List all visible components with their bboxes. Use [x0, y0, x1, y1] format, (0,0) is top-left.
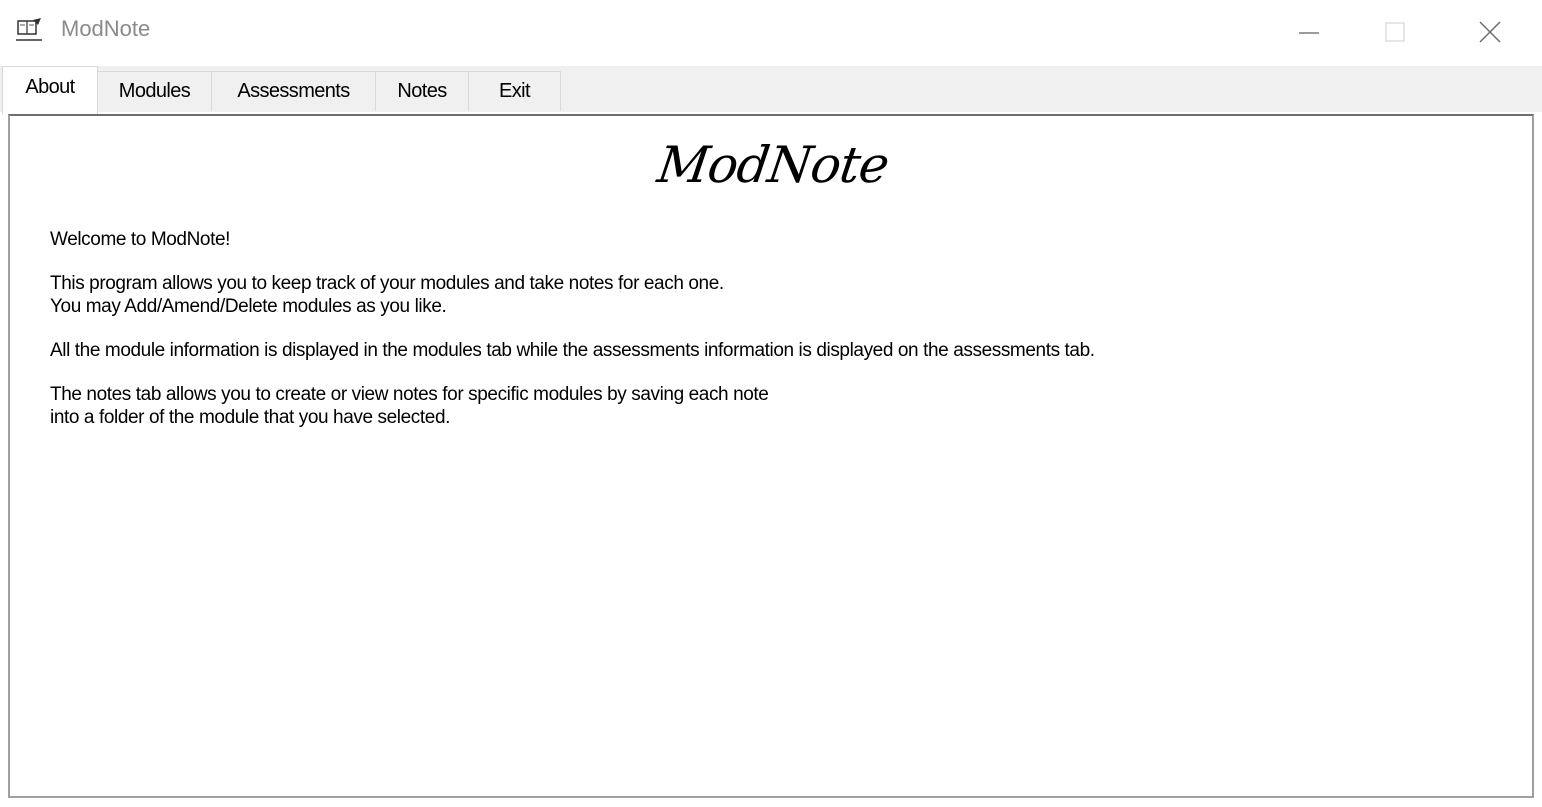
tab-bar: About Modules Assessments Notes Exit	[0, 66, 1542, 114]
about-line: You may Add/Amend/Delete modules as you …	[50, 296, 447, 317]
title-bar[interactable]: ModNote	[0, 0, 1542, 66]
close-icon	[1479, 21, 1501, 43]
about-line: All the module information is displayed …	[50, 340, 1095, 361]
about-line: This program allows you to keep track of…	[50, 273, 724, 294]
about-line: into a folder of the module that you hav…	[50, 407, 450, 428]
about-paragraph: Welcome to ModNote!	[50, 228, 1510, 251]
close-button[interactable]	[1462, 0, 1518, 64]
about-paragraph: This program allows you to keep track of…	[50, 272, 1510, 318]
app-window: ModNote About Modules Assessments Notes …	[0, 0, 1542, 807]
minimize-button[interactable]	[1281, 0, 1337, 64]
about-line: Welcome to ModNote!	[50, 229, 231, 250]
tab-notes[interactable]: Notes	[375, 71, 469, 111]
about-paragraph: The notes tab allows you to create or vi…	[50, 383, 1510, 429]
window-title: ModNote	[61, 16, 151, 41]
notebook-icon	[16, 18, 42, 41]
tab-modules[interactable]: Modules	[97, 71, 212, 111]
maximize-button[interactable]	[1367, 0, 1423, 64]
app-logo-text: ModNote	[654, 136, 892, 194]
about-text: Welcome to ModNote! This program allows …	[50, 228, 1510, 450]
maximize-icon	[1385, 22, 1405, 42]
tab-assessments[interactable]: Assessments	[211, 71, 376, 111]
about-paragraph: All the module information is displayed …	[50, 339, 1510, 362]
about-line: The notes tab allows you to create or vi…	[50, 384, 769, 405]
minimize-icon	[1299, 32, 1319, 34]
tab-exit[interactable]: Exit	[468, 71, 561, 111]
tab-about[interactable]: About	[2, 66, 98, 114]
about-panel: ModNote Welcome to ModNote! This program…	[8, 114, 1534, 798]
